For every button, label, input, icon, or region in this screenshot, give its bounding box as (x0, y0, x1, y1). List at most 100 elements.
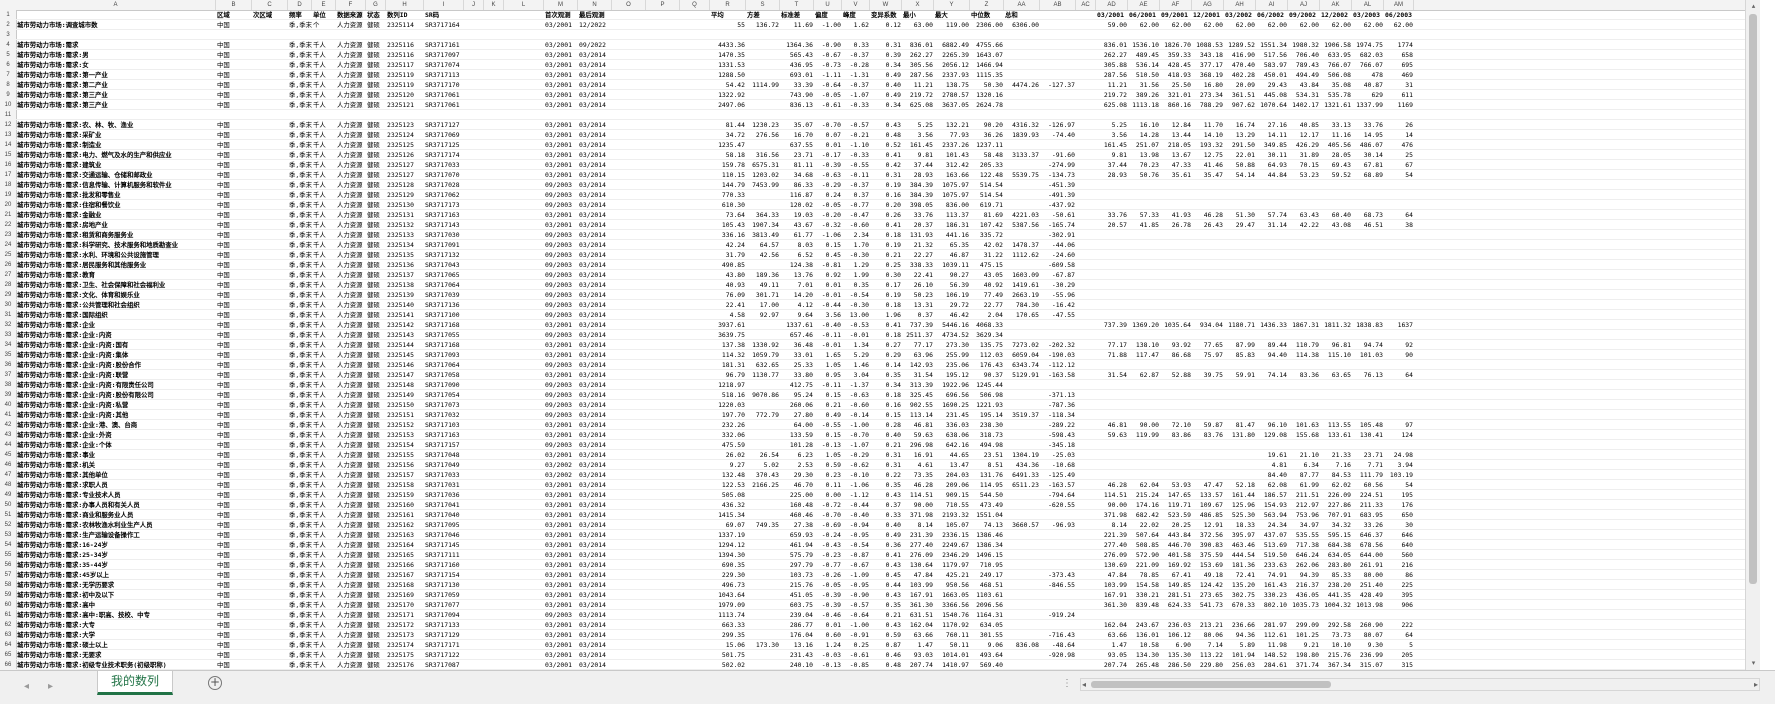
cell[interactable]: 03/2014 (578, 50, 612, 60)
cell[interactable] (504, 200, 544, 210)
cell[interactable]: 中国 (216, 120, 252, 130)
add-sheet-icon[interactable]: + (208, 676, 222, 690)
cell[interactable]: 健硕 (366, 470, 386, 480)
cell[interactable]: SR3717125 (424, 140, 464, 150)
cell[interactable] (484, 330, 504, 340)
row-number[interactable]: 14 (0, 140, 16, 150)
cell[interactable] (504, 120, 544, 130)
cell[interactable]: SR3717090 (424, 380, 464, 390)
cell[interactable]: 健硕 (366, 570, 386, 580)
cell[interactable] (1128, 290, 1160, 300)
cell[interactable]: 健硕 (366, 630, 386, 640)
row-number[interactable]: 31 (0, 310, 16, 320)
cell[interactable]: 09/2003 (544, 410, 578, 420)
cell[interactable] (646, 630, 680, 640)
cell[interactable]: 03/2001 (544, 600, 578, 610)
cell[interactable] (252, 170, 288, 180)
cell[interactable]: 14.10 (1192, 130, 1224, 140)
cell[interactable] (612, 170, 646, 180)
cell[interactable]: 678.56 (1352, 540, 1384, 550)
cell[interactable]: -0.55 (814, 420, 842, 430)
cell[interactable]: 316.56 (746, 150, 780, 160)
column-header-x[interactable]: X (902, 0, 934, 10)
cell[interactable] (1224, 440, 1256, 450)
cell[interactable] (484, 230, 504, 240)
cell[interactable] (680, 100, 710, 110)
column-header-t[interactable]: T (780, 0, 814, 10)
cell[interactable]: 季,季末 (288, 470, 312, 480)
cell[interactable] (1224, 270, 1256, 280)
cell[interactable]: 64 (1384, 370, 1414, 380)
cell[interactable] (1040, 140, 1076, 150)
cell[interactable] (1352, 110, 1384, 120)
cell[interactable]: 季,季末 (288, 190, 312, 200)
cell[interactable] (612, 480, 646, 490)
cell[interactable]: 106.12 (1160, 630, 1192, 640)
cell[interactable]: 9.64 (780, 310, 814, 320)
cell[interactable] (504, 420, 544, 430)
cell[interactable]: 0.24 (814, 190, 842, 200)
cell[interactable]: 361.51 (1224, 90, 1256, 100)
cell[interactable] (1076, 10, 1096, 20)
cell[interactable] (504, 570, 544, 580)
cell[interactable]: 401.58 (1160, 550, 1192, 560)
cell[interactable] (1256, 440, 1288, 450)
column-header-b[interactable]: B (216, 0, 252, 10)
cell[interactable]: 535.78 (1320, 90, 1352, 100)
cell[interactable] (1288, 30, 1320, 40)
cell[interactable]: 中国 (216, 640, 252, 650)
cell[interactable]: 372.56 (1192, 530, 1224, 540)
cell[interactable] (680, 160, 710, 170)
cell[interactable]: 103.73 (780, 570, 814, 580)
cell[interactable]: -0.11 (814, 330, 842, 340)
cell[interactable]: 50.30 (970, 80, 1004, 90)
cell[interactable]: 77.17 (1096, 340, 1128, 350)
row-number[interactable]: 62 (0, 620, 16, 630)
cell[interactable]: -0.39 (814, 160, 842, 170)
cell[interactable]: 2325139 (386, 290, 424, 300)
cell[interactable]: -1.06 (842, 480, 870, 490)
cell[interactable]: 3660.57 (1004, 520, 1040, 530)
cell[interactable] (464, 70, 484, 80)
cell[interactable] (464, 630, 484, 640)
cell[interactable] (710, 30, 746, 40)
cell[interactable]: 季,季末 (288, 580, 312, 590)
cell[interactable] (746, 30, 780, 40)
cell[interactable]: 健硕 (366, 300, 386, 310)
cell[interactable]: 0.31 (870, 40, 902, 50)
cell[interactable]: SR3717111 (424, 550, 464, 560)
cell[interactable]: 9.30 (1352, 640, 1384, 650)
cell[interactable] (464, 350, 484, 360)
cell[interactable]: -1.37 (842, 380, 870, 390)
cell[interactable] (1160, 410, 1192, 420)
cell[interactable]: -0.81 (814, 260, 842, 270)
cell[interactable]: 0.20 (870, 200, 902, 210)
row-number[interactable]: 24 (0, 240, 16, 250)
cell[interactable]: -0.72 (814, 500, 842, 510)
cell[interactable] (504, 600, 544, 610)
cell[interactable]: 186.57 (1256, 490, 1288, 500)
cell[interactable] (1224, 450, 1256, 460)
cell[interactable] (484, 280, 504, 290)
cell[interactable] (252, 500, 288, 510)
cell[interactable]: 14.95 (1352, 130, 1384, 140)
cell[interactable]: 12.75 (1192, 150, 1224, 160)
cell[interactable]: 836.01 (1096, 40, 1128, 50)
cell[interactable] (1160, 390, 1192, 400)
cell[interactable]: 06/2002 (1256, 10, 1288, 20)
cell[interactable]: 03/2001 (544, 140, 578, 150)
row-number[interactable]: 34 (0, 340, 16, 350)
cell[interactable]: 544.50 (970, 490, 1004, 500)
cell[interactable]: 0.52 (870, 140, 902, 150)
cell[interactable] (1040, 50, 1076, 60)
cell[interactable]: 505.08 (710, 490, 746, 500)
cell[interactable]: 2511.37 (902, 330, 934, 340)
cell[interactable] (1288, 250, 1320, 260)
cell[interactable] (1076, 400, 1096, 410)
cell[interactable] (504, 460, 544, 470)
cell[interactable]: 1014.01 (934, 650, 970, 660)
cell[interactable]: 人力资源 (336, 140, 366, 150)
cell[interactable]: 5.89 (1224, 640, 1256, 650)
cell[interactable]: 1114.99 (746, 80, 780, 90)
cell[interactable]: 03/2001 (544, 160, 578, 170)
